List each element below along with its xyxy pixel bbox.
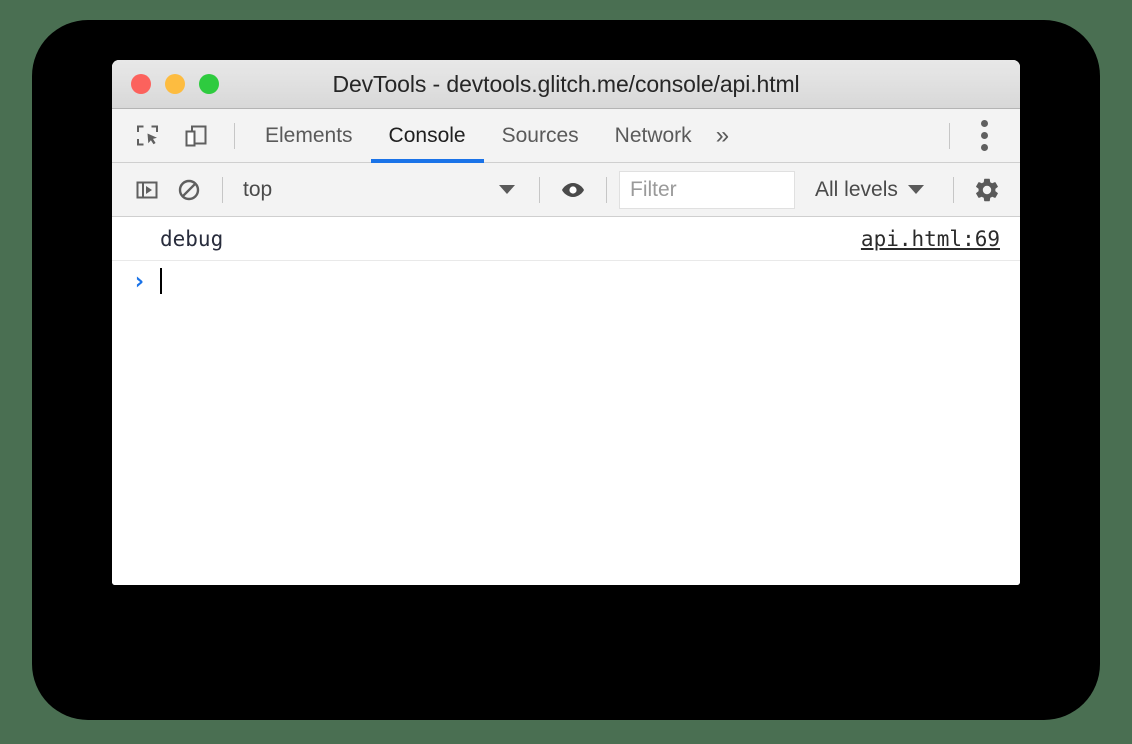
tab-sources[interactable]: Sources — [484, 109, 597, 162]
device-toolbar-button[interactable] — [174, 114, 218, 158]
title-bar: DevTools - devtools.glitch.me/console/ap… — [112, 60, 1020, 109]
maximize-button[interactable] — [199, 74, 219, 94]
show-console-sidebar-button[interactable] — [126, 169, 168, 211]
toolbar-divider-right — [949, 122, 950, 149]
live-expression-button[interactable] — [552, 169, 594, 211]
chevron-down-icon — [499, 185, 515, 194]
log-level-selector[interactable]: All levels — [803, 170, 936, 210]
filterbar-divider-4 — [953, 176, 954, 203]
window-title: DevTools - devtools.glitch.me/console/ap… — [332, 70, 800, 97]
tab-elements[interactable]: Elements — [247, 109, 371, 162]
main-menu-button[interactable] — [962, 114, 1006, 158]
filterbar-divider-1 — [222, 176, 223, 203]
console-output: debug api.html:69 › — [112, 217, 1020, 585]
panel-tab-bar: Elements Console Sources Network » — [112, 109, 1020, 163]
chevron-down-icon — [907, 185, 924, 194]
device-toolbar-icon — [185, 125, 207, 146]
clear-console-button[interactable] — [168, 169, 210, 211]
filterbar-divider-2 — [539, 176, 540, 203]
execution-context-value: top — [243, 177, 273, 201]
console-message-text: debug — [160, 226, 224, 251]
console-message-source-link[interactable]: api.html:69 — [861, 227, 1000, 251]
tab-console[interactable]: Console — [370, 109, 484, 163]
console-prompt-row[interactable]: › — [112, 261, 1020, 301]
devtools-window: DevTools - devtools.glitch.me/console/ap… — [112, 60, 1020, 585]
minimize-button[interactable] — [165, 74, 185, 94]
live-expression-eye-icon — [562, 182, 584, 197]
tab-network[interactable]: Network — [597, 109, 710, 162]
panel-tabs: Elements Console Sources Network » — [247, 109, 743, 163]
settings-gear-icon — [976, 178, 998, 201]
text-caret — [160, 268, 162, 294]
show-console-sidebar-icon — [136, 181, 158, 198]
clear-console-icon — [178, 179, 200, 200]
execution-context-selector[interactable]: top — [235, 170, 527, 210]
log-level-value: All levels — [815, 177, 898, 201]
more-tabs-icon[interactable]: » — [710, 123, 743, 148]
filterbar-divider-3 — [606, 176, 607, 203]
console-filter-bar: top All levels — [112, 163, 1020, 217]
close-button[interactable] — [131, 74, 151, 94]
kebab-dot — [980, 132, 988, 139]
inspect-element-icon — [137, 125, 158, 145]
kebab-dot — [980, 120, 988, 127]
filter-input[interactable] — [619, 170, 795, 209]
console-settings-button[interactable] — [966, 169, 1008, 211]
prompt-chevron-icon: › — [132, 267, 147, 295]
inspect-element-button[interactable] — [126, 114, 170, 158]
toolbar-divider — [234, 122, 235, 149]
traffic-lights — [112, 74, 219, 94]
kebab-dot — [980, 144, 988, 151]
console-message-row[interactable]: debug api.html:69 — [112, 217, 1020, 261]
